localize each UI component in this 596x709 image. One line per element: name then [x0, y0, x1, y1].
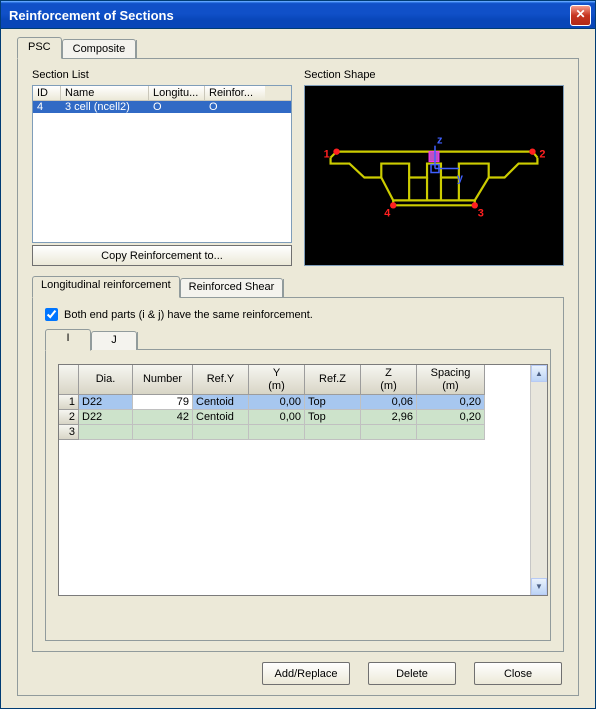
shape-svg: y z 1 2 [305, 86, 563, 265]
col-number[interactable]: Number [133, 365, 193, 395]
cell-refy[interactable]: Centoid [193, 410, 249, 425]
copy-reinforcement-button[interactable]: Copy Reinforcement to... [32, 245, 292, 266]
col-name[interactable]: Name [61, 86, 149, 100]
longitudinal-panel: Both end parts (i & j) have the same rei… [32, 297, 564, 652]
row-num[interactable]: 3 [59, 425, 79, 440]
table-row[interactable]: 2 D22 42 Centoid 0,00 Top 2,96 0,20 [59, 410, 530, 425]
cell-refy[interactable] [193, 425, 249, 440]
tab-longitudinal[interactable]: Longitudinal reinforcement [32, 276, 180, 298]
delete-button[interactable]: Delete [368, 662, 456, 685]
cell-number[interactable] [133, 425, 193, 440]
content-area: PSC Composite Section List ID Name Longi… [1, 29, 595, 708]
svg-text:2: 2 [539, 149, 545, 161]
footer-buttons: Add/Replace Delete Close [32, 662, 564, 685]
ij-tab-separator [137, 332, 138, 350]
col-longitu[interactable]: Longitu... [149, 86, 205, 100]
section-shape-canvas[interactable]: y z 1 2 [304, 85, 564, 266]
col-ym[interactable]: Y (m) [249, 365, 305, 395]
rebar-grid[interactable]: Dia. Number Ref.Y Y (m) Ref.Z Z (m) Spac… [58, 364, 548, 596]
tab-panel-psc: Section List ID Name Longitu... Reinfor.… [17, 58, 579, 696]
section-shape-block: Section Shape [304, 69, 564, 266]
scroll-down-icon[interactable]: ▼ [531, 578, 547, 595]
rebar-grid-header: Dia. Number Ref.Y Y (m) Ref.Z Z (m) Spac… [59, 365, 530, 395]
same-reinforcement-row: Both end parts (i & j) have the same rei… [45, 308, 551, 321]
svg-text:y: y [457, 172, 464, 184]
main-window: Reinforcement of Sections ✕ PSC Composit… [0, 0, 596, 709]
cell-reinfor: O [205, 101, 265, 113]
cell-longitu: O [149, 101, 205, 113]
col-reinfor[interactable]: Reinfor... [205, 86, 265, 100]
tab-composite[interactable]: Composite [62, 39, 137, 58]
col-refy[interactable]: Ref.Y [193, 365, 249, 395]
same-reinforcement-checkbox[interactable] [45, 308, 58, 321]
outer-tabs: PSC Composite [17, 37, 579, 58]
col-dia[interactable]: Dia. [79, 365, 133, 395]
add-replace-button[interactable]: Add/Replace [262, 662, 350, 685]
cell-id: 4 [33, 101, 61, 113]
cell-number[interactable]: 42 [133, 410, 193, 425]
cell-refz[interactable]: Top [305, 395, 361, 410]
cell-spacing[interactable] [417, 425, 485, 440]
cell-ym[interactable]: 0,00 [249, 395, 305, 410]
svg-text:3: 3 [478, 207, 484, 219]
cell-zm[interactable] [361, 425, 417, 440]
col-refz[interactable]: Ref.Z [305, 365, 361, 395]
scrollbar[interactable]: ▲ ▼ [530, 365, 547, 595]
cell-refz[interactable] [305, 425, 361, 440]
same-reinforcement-label: Both end parts (i & j) have the same rei… [64, 309, 313, 321]
cell-dia[interactable]: D22 [79, 395, 133, 410]
section-list-grid[interactable]: ID Name Longitu... Reinfor... 4 3 cell (… [32, 85, 292, 243]
inner-tab-separator [283, 279, 284, 297]
window-title: Reinforcement of Sections [9, 8, 174, 23]
tab-j[interactable]: J [91, 331, 137, 350]
table-row[interactable]: 4 3 cell (ncell2) O O [33, 101, 291, 113]
scroll-up-icon[interactable]: ▲ [531, 365, 547, 382]
tab-separator [136, 40, 137, 58]
rebar-grid-main: Dia. Number Ref.Y Y (m) Ref.Z Z (m) Spac… [59, 365, 530, 595]
close-icon[interactable]: ✕ [570, 5, 591, 26]
ij-tabs: I J [45, 329, 551, 350]
tab-psc[interactable]: PSC [17, 37, 62, 59]
section-shape-label: Section Shape [304, 69, 564, 81]
cell-ym[interactable]: 0,00 [249, 410, 305, 425]
table-row[interactable]: 3 [59, 425, 530, 440]
cell-zm[interactable]: 2,96 [361, 410, 417, 425]
tab-i[interactable]: I [45, 329, 91, 351]
row-num[interactable]: 2 [59, 410, 79, 425]
cell-ym[interactable] [249, 425, 305, 440]
col-id[interactable]: ID [33, 86, 61, 100]
upper-row: Section List ID Name Longitu... Reinfor.… [32, 69, 564, 266]
cell-spacing[interactable]: 0,20 [417, 410, 485, 425]
cell-refy[interactable]: Centoid [193, 395, 249, 410]
table-row[interactable]: 1 D22 79 Centoid 0,00 Top 0,06 0,20 [59, 395, 530, 410]
section-list-label: Section List [32, 69, 292, 81]
ij-panel: Dia. Number Ref.Y Y (m) Ref.Z Z (m) Spac… [45, 349, 551, 641]
col-rownum[interactable] [59, 365, 79, 395]
section-list-header: ID Name Longitu... Reinfor... [33, 86, 291, 101]
svg-text:1: 1 [324, 149, 330, 161]
cell-zm[interactable]: 0,06 [361, 395, 417, 410]
cell-spacing[interactable]: 0,20 [417, 395, 485, 410]
section-list-block: Section List ID Name Longitu... Reinfor.… [32, 69, 292, 266]
cell-refz[interactable]: Top [305, 410, 361, 425]
inner-tabs: Longitudinal reinforcement Reinforced Sh… [32, 276, 564, 297]
close-button[interactable]: Close [474, 662, 562, 685]
cell-dia[interactable] [79, 425, 133, 440]
svg-text:4: 4 [384, 207, 391, 219]
tab-reinforced-shear[interactable]: Reinforced Shear [180, 278, 284, 297]
col-spacing[interactable]: Spacing (m) [417, 365, 485, 395]
svg-text:z: z [437, 135, 443, 147]
row-num[interactable]: 1 [59, 395, 79, 410]
titlebar[interactable]: Reinforcement of Sections ✕ [1, 1, 595, 29]
cell-dia[interactable]: D22 [79, 410, 133, 425]
cell-name: 3 cell (ncell2) [61, 101, 149, 113]
col-zm[interactable]: Z (m) [361, 365, 417, 395]
cell-number[interactable]: 79 [133, 395, 193, 410]
